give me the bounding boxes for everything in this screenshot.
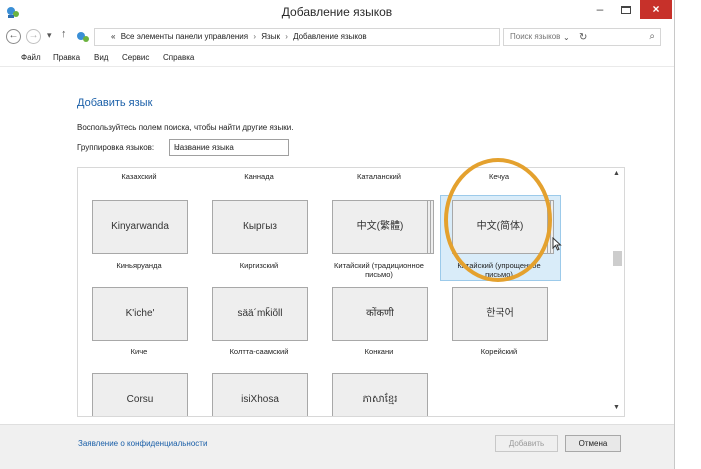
search-input[interactable] [510,32,640,41]
chevron-down-icon: ⌄ [174,143,181,152]
forward-button[interactable]: → [26,29,41,44]
highlight-circle [444,158,552,282]
back-button[interactable]: ← [6,29,21,44]
minimize-button[interactable]: – [587,2,613,20]
breadcrumb-control-panel[interactable]: Все элементы панели управления [121,32,248,41]
tile-native-name: sää´mǩiõll [212,287,308,341]
privacy-statement-link[interactable]: Заявление о конфиденциальности [78,439,207,448]
cancel-button[interactable]: Отмена [565,435,621,452]
scroll-down-icon[interactable]: ▼ [613,404,620,411]
menu-tools[interactable]: Сервис [122,53,149,62]
grouping-label: Группировка языков: [77,143,155,152]
menu-file[interactable]: Файл [21,53,41,62]
tile-native-name: K'iche' [92,287,188,341]
tile-caption: Корейский [480,347,518,356]
window-title: Добавление языков [281,5,393,19]
dialog-footer: Заявление о конфиденциальности Добавить … [0,424,674,469]
tile-caption: Каталанский [357,172,401,181]
menu-help[interactable]: Справка [163,53,194,62]
tile-native-name: कोंकणी [332,287,428,341]
menu-bar: Файл Правка Вид Сервис Справка [0,50,674,67]
title-bar[interactable]: Добавление языков – × [0,0,674,25]
tile-native-name: Corsu [92,373,188,416]
maximize-icon [621,6,631,14]
tile-caption: Колтта-саамский [229,347,289,356]
tile-native-name: 中文(繁體) [332,200,428,254]
tile-caption: Киньяруанда [116,261,162,270]
tile-caption: Киче [130,347,148,356]
tile-caption: Китайский (традиционное [334,261,424,270]
tile-native-name: Kinyarwanda [92,200,188,254]
scroll-thumb[interactable] [613,251,622,266]
up-button[interactable]: ↑ [61,28,67,40]
page-title: Добавить язык [77,97,153,109]
breadcrumb: « Все элементы панели управления › Язык … [111,32,370,41]
search-box[interactable]: ⌕ [503,28,661,46]
control-panel-icon [75,29,91,45]
maximize-button[interactable] [613,2,639,20]
recent-pages-dropdown[interactable]: ▾ [47,30,52,41]
tile-caption: Каннада [244,172,274,181]
chevron-right-icon[interactable]: › [285,32,288,41]
close-button[interactable]: × [640,0,672,19]
tile-native-name: Кыргыз [212,200,308,254]
tile-native-name: ភាសាខ្មែរ [332,373,428,416]
vertical-scrollbar[interactable]: ▲ ▼ [610,168,624,416]
grouping-select[interactable]: Название языка ⌄ [169,139,289,156]
tile-caption: письмо) [365,270,393,279]
breadcrumb-language[interactable]: Язык [261,32,280,41]
mouse-cursor-icon [552,236,562,254]
tile-caption: Конкани [364,347,394,356]
chevron-right-icon[interactable]: › [253,32,256,41]
search-hint: Воспользуйтесь полем поиска, чтобы найти… [77,123,294,132]
add-button[interactable]: Добавить [495,435,558,452]
breadcrumb-overflow[interactable]: « [111,32,115,41]
tile-caption: Киргизский [239,261,279,270]
breadcrumb-add-languages[interactable]: Добавление языков [293,32,367,41]
scroll-up-icon[interactable]: ▲ [613,170,620,177]
search-icon[interactable]: ⌕ [649,31,655,42]
tile-caption: Казахский [121,172,157,181]
menu-edit[interactable]: Правка [53,53,80,62]
menu-view[interactable]: Вид [94,53,108,62]
tile-native-name: isiXhosa [212,373,308,416]
tile-native-name: 한국어 [452,287,548,341]
address-bar[interactable]: « Все элементы панели управления › Язык … [94,28,587,46]
add-languages-window: Добавление языков – × ← → ▾ ↑ « Все элем… [0,0,675,469]
